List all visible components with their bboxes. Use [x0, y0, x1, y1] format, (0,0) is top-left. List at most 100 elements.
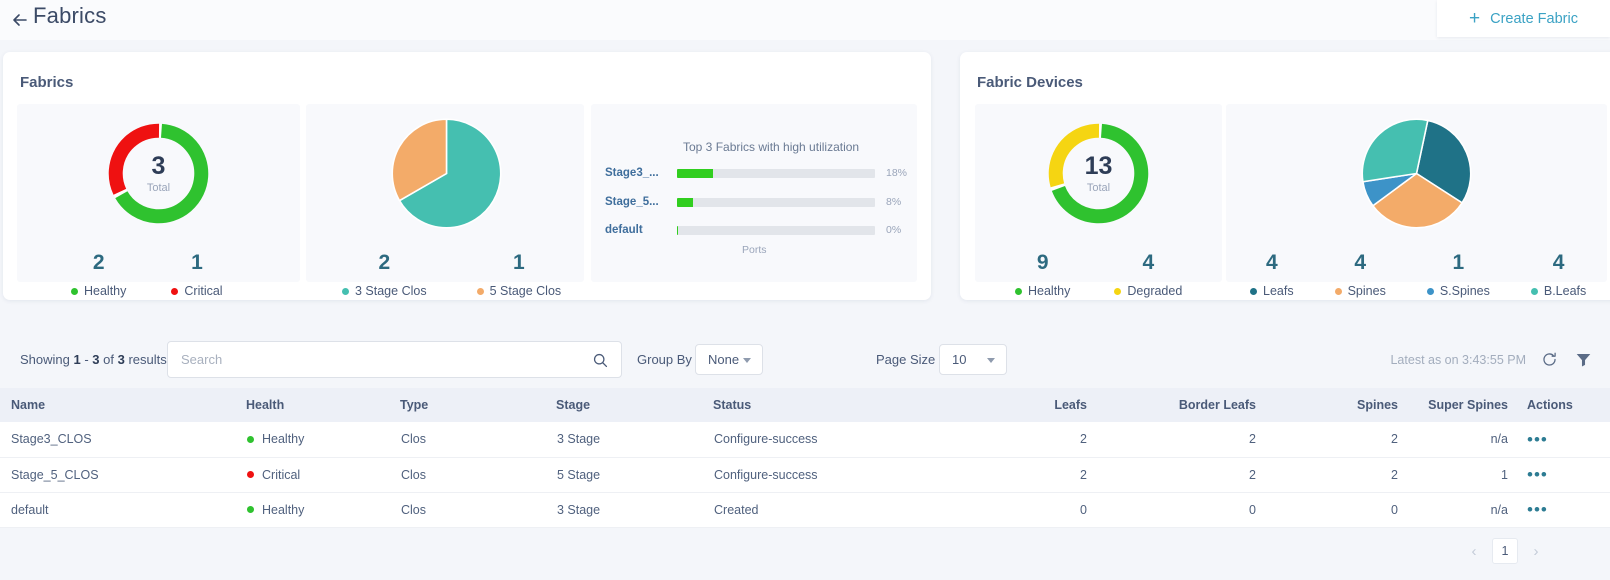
- cell-actions[interactable]: •••: [1514, 422, 1610, 457]
- legend-dot-icon: [1531, 288, 1538, 295]
- fabrics-utilization-panel: Top 3 Fabrics with high utilization Stag…: [591, 104, 917, 282]
- row-actions-menu-icon[interactable]: •••: [1527, 430, 1548, 449]
- search-icon[interactable]: [592, 352, 609, 374]
- cell-actions[interactable]: •••: [1514, 492, 1610, 527]
- search-input[interactable]: Search: [167, 341, 622, 378]
- stat-value: 1: [191, 252, 203, 273]
- legend-dot-icon: [171, 288, 178, 295]
- health-status-dot-icon: [247, 506, 254, 513]
- donut-total-label: Total: [1087, 182, 1110, 194]
- devices-health-legend: 9 Healthy 4 Degraded: [1015, 252, 1182, 298]
- fabric-devices-card-title: Fabric Devices: [977, 74, 1083, 91]
- cell-spines: 2: [1270, 457, 1412, 492]
- column-header-stage[interactable]: Stage: [556, 388, 713, 422]
- cell-health: Healthy: [246, 492, 400, 527]
- legend-dot-icon: [342, 288, 349, 295]
- group-by-select[interactable]: None: [695, 344, 763, 375]
- legend-dot-icon: [1427, 288, 1434, 295]
- stat-value: 2: [378, 252, 390, 273]
- devices-role-pie: [1360, 117, 1473, 230]
- donut-total-value: 13: [1085, 154, 1113, 179]
- fabrics-health-legend: 2 Healthy 1 Critical: [71, 252, 223, 298]
- devices-role-legend: 4 Leafs 4 Spines 1 S.Spines: [1250, 252, 1586, 298]
- stat-super-spines: 1 S.Spines: [1427, 252, 1490, 298]
- stat-label: Healthy: [1028, 284, 1070, 298]
- group-by-value: None: [696, 352, 739, 367]
- stat-value: 4: [1143, 252, 1155, 273]
- utilization-name: Stage3_...: [605, 167, 677, 179]
- utilization-title: Top 3 Fabrics with high utilization: [683, 140, 859, 154]
- showing-from: 1: [73, 352, 80, 367]
- pie-svg: [1360, 117, 1473, 230]
- stat-label: Healthy: [84, 284, 126, 298]
- stat-label: 5 Stage Clos: [490, 284, 562, 298]
- column-header-type[interactable]: Type: [400, 388, 556, 422]
- utilization-row: default 0%: [605, 224, 909, 236]
- cell-name[interactable]: Stage_5_CLOS: [0, 457, 246, 492]
- cell-name[interactable]: Stage3_CLOS: [0, 422, 246, 457]
- stat-label: Critical: [184, 284, 222, 298]
- group-by-label: Group By: [637, 352, 692, 367]
- chevron-down-icon: [743, 358, 751, 363]
- legend-dot-icon: [1114, 288, 1121, 295]
- health-label: Critical: [262, 468, 300, 482]
- column-header-health[interactable]: Health: [246, 388, 400, 422]
- column-header-status[interactable]: Status: [713, 388, 943, 422]
- table-row[interactable]: Stage3_CLOS Healthy Clos 3 Stage Configu…: [0, 422, 1610, 457]
- page-size-select[interactable]: 10: [939, 344, 1007, 375]
- top-bar: Fabrics + Create Fabric: [0, 0, 1610, 40]
- legend-dot-icon: [477, 288, 484, 295]
- legend-dot-icon: [1335, 288, 1342, 295]
- cell-actions[interactable]: •••: [1514, 457, 1610, 492]
- row-actions-menu-icon[interactable]: •••: [1527, 465, 1548, 484]
- fabrics-table: Name Health Type Stage Status Leafs Bord…: [0, 388, 1610, 528]
- column-header-border-leafs[interactable]: Border Leafs: [1103, 388, 1270, 422]
- stat-5-stage-clos: 1 5 Stage Clos: [477, 252, 562, 298]
- stat-critical: 1 Critical: [171, 252, 222, 298]
- column-header-name[interactable]: Name: [0, 388, 246, 422]
- cell-status: Configure-success: [713, 457, 943, 492]
- cell-leafs: 0: [943, 492, 1103, 527]
- showing-mid: of: [100, 352, 118, 367]
- donut-center-label: 3 Total: [102, 117, 215, 230]
- fabric-devices-card: Fabric Devices 13 Total 9 Healthy: [960, 52, 1610, 300]
- stat-label: Leafs: [1263, 284, 1294, 298]
- table-row[interactable]: Stage_5_CLOS Critical Clos 5 Stage Confi…: [0, 457, 1610, 492]
- showing-dash: -: [81, 352, 93, 367]
- cell-border-leafs: 2: [1103, 457, 1270, 492]
- legend-dot-icon: [1250, 288, 1257, 295]
- cell-spines: 2: [1270, 422, 1412, 457]
- legend-dot-icon: [1015, 288, 1022, 295]
- health-status-dot-icon: [247, 436, 254, 443]
- cell-name[interactable]: default: [0, 492, 246, 527]
- utilization-row: Stage_5... 8%: [605, 196, 909, 208]
- pagination-next-button[interactable]: ›: [1524, 539, 1548, 563]
- cell-leafs: 2: [943, 457, 1103, 492]
- arrow-left-icon[interactable]: [8, 8, 32, 32]
- column-header-leafs[interactable]: Leafs: [943, 388, 1103, 422]
- fabrics-stage-panel: 2 3 Stage Clos 1 5 Stage Clos: [306, 104, 584, 282]
- column-header-spines[interactable]: Spines: [1270, 388, 1412, 422]
- pagination-page-1[interactable]: 1: [1492, 538, 1518, 564]
- stat-value: 1: [1453, 252, 1465, 273]
- filter-icon[interactable]: [1572, 348, 1594, 370]
- table-toolbar: Showing 1 - 3 of 3 results Search Group …: [0, 336, 1610, 386]
- health-label: Healthy: [262, 432, 304, 446]
- pagination-prev-button[interactable]: ‹: [1462, 539, 1486, 563]
- page-size-value: 10: [940, 352, 966, 367]
- refresh-icon[interactable]: [1538, 348, 1560, 370]
- column-header-super-spines[interactable]: Super Spines: [1412, 388, 1514, 422]
- plus-icon: +: [1469, 9, 1480, 28]
- table-row[interactable]: default Healthy Clos 3 Stage Created 0 0…: [0, 492, 1610, 527]
- utilization-fill: [677, 169, 713, 178]
- utilization-row: Stage3_... 18%: [605, 167, 909, 179]
- pagination: ‹ 1 ›: [1462, 538, 1548, 564]
- stat-label: 3 Stage Clos: [355, 284, 427, 298]
- devices-health-donut: 13 Total: [1042, 117, 1155, 230]
- create-fabric-button[interactable]: + Create Fabric: [1437, 0, 1610, 37]
- utilization-fill: [677, 198, 693, 207]
- stat-spines: 4 Spines: [1335, 252, 1386, 298]
- search-placeholder: Search: [181, 352, 222, 367]
- stat-healthy: 9 Healthy: [1015, 252, 1070, 298]
- row-actions-menu-icon[interactable]: •••: [1527, 500, 1548, 519]
